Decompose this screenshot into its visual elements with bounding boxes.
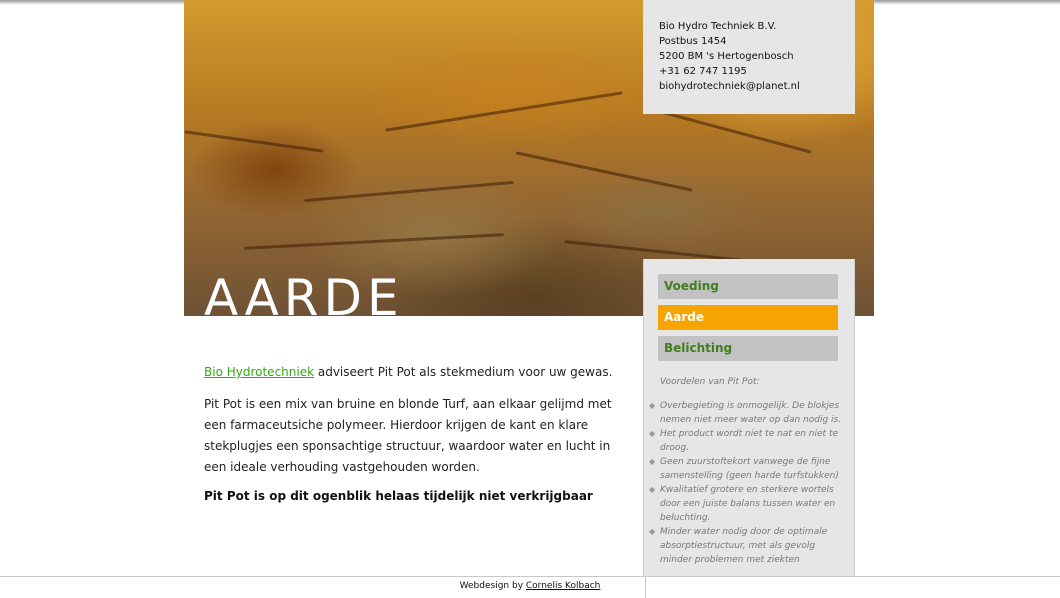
list-item: ◆ Minder water nodig door de optimale abs… bbox=[649, 527, 828, 565]
crack-line bbox=[385, 91, 623, 132]
page-title: AARDE bbox=[204, 269, 404, 316]
bullet-icon: ◆ bbox=[649, 429, 656, 438]
nav-item-voeding[interactable]: Voeding bbox=[658, 274, 838, 299]
list-item: ◆ Kwalitatief grotere en sterkere wortels… bbox=[649, 485, 836, 523]
crack-line bbox=[244, 233, 504, 250]
email-link[interactable]: biohydrotechniek@planet.nl bbox=[659, 79, 855, 94]
sidebar: Voeding Aarde Belichting Voordelen van P… bbox=[643, 259, 855, 577]
phone: +31 62 747 1195 bbox=[659, 66, 747, 77]
description-paragraph: Pit Pot is een mix van bruine en blonde … bbox=[204, 397, 612, 474]
company-name: Bio Hydro Techniek B.V. bbox=[659, 21, 777, 32]
designer-link[interactable]: Cornelis Kolbach bbox=[526, 581, 600, 591]
list-item: ◆ Het product wordt niet te nat en niet t… bbox=[649, 429, 839, 453]
bullet-icon: ◆ bbox=[649, 485, 656, 494]
crack-line bbox=[184, 130, 324, 153]
list-item: ◆ Geen zuurstoftekort vanwege de fijne sa… bbox=[649, 457, 839, 481]
footer-divider bbox=[0, 576, 1060, 577]
bullet-icon: ◆ bbox=[649, 527, 656, 536]
crack-line bbox=[515, 151, 693, 192]
footer: Webdesign by Cornelis Kolbach bbox=[0, 581, 1060, 591]
bullet-icon: ◆ bbox=[649, 401, 656, 410]
postbox: Postbus 1454 bbox=[659, 36, 727, 47]
footer-prefix: Webdesign by bbox=[459, 581, 526, 591]
bio-hydrotechniek-link[interactable]: Bio Hydrotechniek bbox=[204, 365, 314, 379]
crack-line bbox=[656, 109, 812, 154]
nav-item-belichting[interactable]: Belichting bbox=[658, 336, 838, 361]
list-item: ◆ Overbegieting is onmogelijk. De blokjes… bbox=[649, 401, 842, 425]
crack-line bbox=[304, 180, 514, 203]
intro-paragraph: Bio Hydrotechniek adviseert Pit Pot als … bbox=[204, 365, 613, 379]
address-box: Bio Hydro Techniek B.V. Postbus 1454 520… bbox=[643, 0, 855, 114]
benefits-list: ◆ Overbegieting is onmogelijk. De blokjes… bbox=[649, 399, 842, 567]
city: 5200 BM 's Hertogenbosch bbox=[659, 51, 794, 62]
availability-notice: Pit Pot is op dit ogenblik helaas tijdel… bbox=[204, 489, 593, 503]
nav-item-aarde[interactable]: Aarde bbox=[658, 305, 838, 330]
bullet-icon: ◆ bbox=[649, 457, 656, 466]
benefits-heading: Voordelen van Pit Pot: bbox=[660, 377, 760, 387]
